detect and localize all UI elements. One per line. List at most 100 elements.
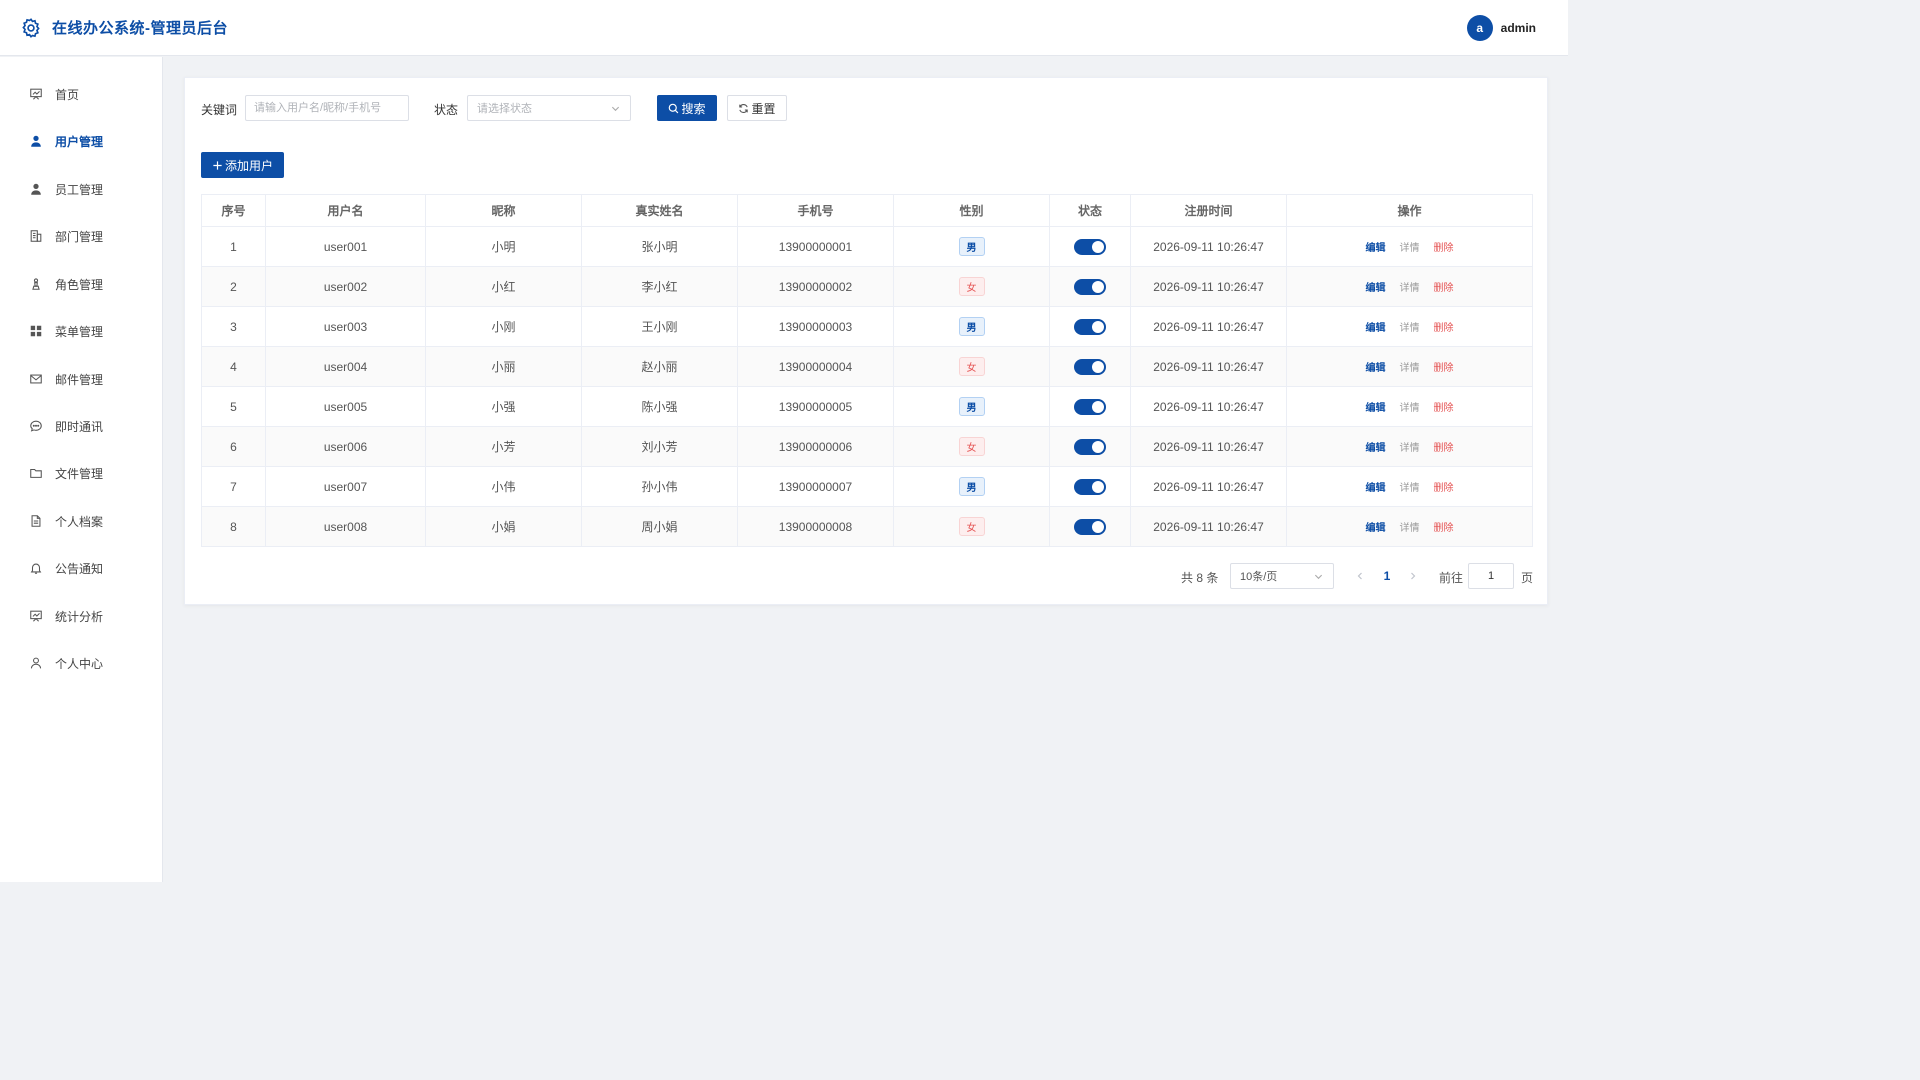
gender-tag: 男 xyxy=(958,477,985,496)
cell-gender: 女 xyxy=(893,426,1050,467)
edit-button[interactable]: 编辑 xyxy=(1366,399,1386,414)
user-filled-icon xyxy=(28,181,44,197)
cell-status xyxy=(1049,306,1131,347)
delete-button[interactable]: 删除 xyxy=(1434,279,1454,294)
table-row: 4 user004 小丽 赵小丽 13900000004 女 2026-09-11 10:2… xyxy=(201,346,1533,387)
toggle-knob xyxy=(1092,360,1104,373)
sidebar-item-personal-center[interactable]: 个人中心 xyxy=(0,643,162,683)
cell-registered: 2026-09-11 10:26:47 xyxy=(1130,226,1287,267)
status-select-placeholder: 请选择状态 xyxy=(477,103,532,115)
sidebar-item-menus[interactable]: 菜单管理 xyxy=(0,311,162,351)
sidebar-item-label: 菜单管理 xyxy=(55,324,104,339)
reset-button[interactable]: 重置 xyxy=(727,95,787,121)
delete-button[interactable]: 删除 xyxy=(1434,519,1454,534)
chevron-down-icon xyxy=(611,106,620,112)
sidebar-item-departments[interactable]: 部门管理 xyxy=(0,216,162,256)
status-toggle[interactable] xyxy=(1074,478,1106,495)
search-icon xyxy=(669,103,679,113)
search-button[interactable]: 搜索 xyxy=(657,95,717,121)
folder-icon xyxy=(28,465,44,481)
detail-button[interactable]: 详情 xyxy=(1400,439,1420,454)
delete-button[interactable]: 删除 xyxy=(1434,439,1454,454)
status-select[interactable]: 请选择状态 xyxy=(467,95,631,121)
delete-button[interactable]: 删除 xyxy=(1434,319,1454,334)
sidebar-item-label: 统计分析 xyxy=(55,609,104,624)
cell-nickname: 小丽 xyxy=(425,346,582,387)
cell-nickname: 小娟 xyxy=(425,506,582,547)
table-header-row: 序号 用户名 昵称 真实姓名 手机号 性别 状态 注册时间 操作 xyxy=(201,194,1533,227)
username[interactable]: admin xyxy=(1501,21,1536,35)
detail-button[interactable]: 详情 xyxy=(1400,359,1420,374)
cell-index: 1 xyxy=(201,226,266,267)
cell-actions: 编辑 详情 删除 xyxy=(1286,506,1533,547)
status-toggle[interactable] xyxy=(1074,318,1106,335)
delete-button[interactable]: 删除 xyxy=(1434,399,1454,414)
cell-username: user002 xyxy=(265,266,426,307)
status-toggle[interactable] xyxy=(1074,358,1106,375)
avatar[interactable]: a xyxy=(1466,15,1493,41)
cell-status xyxy=(1049,386,1131,427)
sidebar-item-profile-archive[interactable]: 个人档案 xyxy=(0,501,162,541)
next-page-button[interactable] xyxy=(1406,567,1420,585)
edit-button[interactable]: 编辑 xyxy=(1366,439,1386,454)
user-menu[interactable]: a admin xyxy=(1466,15,1536,41)
page-size-select[interactable]: 10条/页 xyxy=(1230,563,1334,589)
sidebar-item-files[interactable]: 文件管理 xyxy=(0,453,162,493)
status-toggle[interactable] xyxy=(1074,438,1106,455)
sidebar-item-statistics[interactable]: 统计分析 xyxy=(0,596,162,636)
cell-actions: 编辑 详情 删除 xyxy=(1286,466,1533,507)
edit-button[interactable]: 编辑 xyxy=(1366,319,1386,334)
edit-button[interactable]: 编辑 xyxy=(1366,279,1386,294)
cell-registered: 2026-09-11 10:26:47 xyxy=(1130,386,1287,427)
column-header: 序号 xyxy=(201,194,266,227)
edit-button[interactable]: 编辑 xyxy=(1366,359,1386,374)
delete-button[interactable]: 删除 xyxy=(1434,479,1454,494)
keyword-input[interactable] xyxy=(245,95,409,121)
cell-status xyxy=(1049,226,1131,267)
prev-page-button[interactable] xyxy=(1353,567,1367,585)
sidebar-item-label: 员工管理 xyxy=(55,182,104,197)
add-user-button[interactable]: 添加用户 xyxy=(201,152,284,178)
sidebar-item-employees[interactable]: 员工管理 xyxy=(0,169,162,209)
sidebar-item-mail[interactable]: 邮件管理 xyxy=(0,359,162,399)
chevron-left-icon xyxy=(1357,572,1362,580)
sidebar-item-label: 用户管理 xyxy=(55,134,104,149)
detail-button[interactable]: 详情 xyxy=(1400,319,1420,334)
cell-index: 6 xyxy=(201,426,266,467)
delete-button[interactable]: 删除 xyxy=(1434,359,1454,374)
delete-button[interactable]: 删除 xyxy=(1434,239,1454,254)
goto-page-input[interactable] xyxy=(1468,563,1514,589)
edit-button[interactable]: 编辑 xyxy=(1366,239,1386,254)
cell-realname: 李小红 xyxy=(581,266,738,307)
status-toggle[interactable] xyxy=(1074,238,1106,255)
page-number-current[interactable]: 1 xyxy=(1377,563,1397,589)
status-toggle[interactable] xyxy=(1074,398,1106,415)
edit-button[interactable]: 编辑 xyxy=(1366,519,1386,534)
detail-button[interactable]: 详情 xyxy=(1400,479,1420,494)
status-toggle[interactable] xyxy=(1074,278,1106,295)
cell-username: user007 xyxy=(265,466,426,507)
cell-realname: 刘小芳 xyxy=(581,426,738,467)
page-size-value: 10条/页 xyxy=(1240,571,1278,583)
table-row: 7 user007 小伟 孙小伟 13900000007 男 2026-09-11 10:2… xyxy=(201,466,1533,507)
cell-index: 3 xyxy=(201,306,266,347)
refresh-icon xyxy=(739,103,749,113)
detail-button[interactable]: 详情 xyxy=(1400,279,1420,294)
sidebar-item-label: 个人档案 xyxy=(55,514,104,529)
cell-registered: 2026-09-11 10:26:47 xyxy=(1130,426,1287,467)
edit-button[interactable]: 编辑 xyxy=(1366,479,1386,494)
cell-actions: 编辑 详情 删除 xyxy=(1286,266,1533,307)
sidebar-item-roles[interactable]: 角色管理 xyxy=(0,264,162,304)
sidebar-item-users[interactable]: 用户管理 xyxy=(0,121,162,161)
cell-actions: 编辑 详情 删除 xyxy=(1286,226,1533,267)
status-toggle[interactable] xyxy=(1074,518,1106,535)
sidebar-item-notices[interactable]: 公告通知 xyxy=(0,548,162,588)
detail-button[interactable]: 详情 xyxy=(1400,239,1420,254)
pagination-total: 共 8 条 xyxy=(1181,571,1219,585)
detail-button[interactable]: 详情 xyxy=(1400,399,1420,414)
sidebar-item-chat[interactable]: 即时通讯 xyxy=(0,406,162,446)
sidebar-item-home[interactable]: 首页 xyxy=(0,74,162,114)
cell-realname: 张小明 xyxy=(581,226,738,267)
toggle-knob xyxy=(1092,280,1104,293)
detail-button[interactable]: 详情 xyxy=(1400,519,1420,534)
